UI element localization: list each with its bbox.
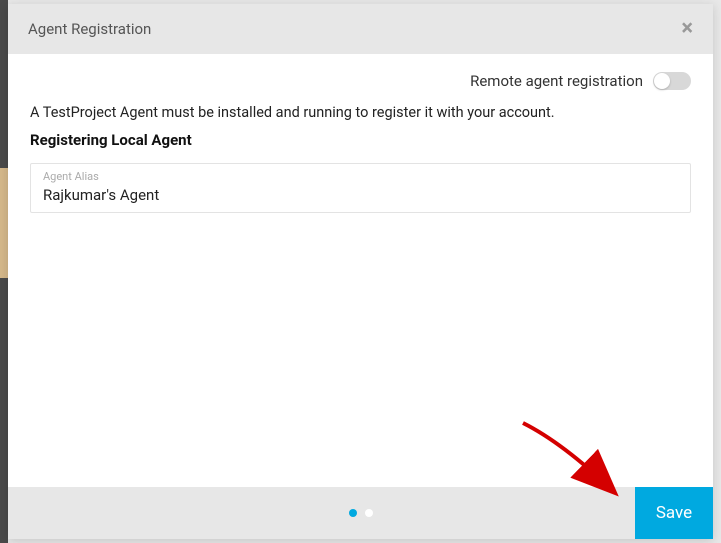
remote-toggle-label: Remote agent registration bbox=[470, 72, 643, 90]
save-button[interactable]: Save bbox=[635, 487, 713, 539]
agent-alias-input[interactable] bbox=[43, 186, 678, 204]
section-title: Registering Local Agent bbox=[30, 131, 691, 149]
modal-footer: Save bbox=[8, 487, 713, 539]
info-text: A TestProject Agent must be installed an… bbox=[30, 104, 691, 121]
close-icon[interactable]: × bbox=[681, 18, 693, 40]
remote-toggle-row: Remote agent registration bbox=[30, 72, 691, 90]
pagination-dot-1[interactable] bbox=[349, 509, 357, 517]
pagination-dots bbox=[349, 509, 373, 517]
toggle-knob bbox=[654, 73, 670, 89]
modal-header: Agent Registration × bbox=[8, 4, 713, 54]
agent-alias-input-wrap[interactable]: Agent Alias bbox=[30, 163, 691, 213]
modal-title: Agent Registration bbox=[28, 20, 151, 38]
remote-toggle[interactable] bbox=[653, 72, 691, 90]
agent-registration-modal: Agent Registration × Remote agent regist… bbox=[8, 4, 713, 539]
agent-alias-label: Agent Alias bbox=[43, 170, 678, 183]
modal-body: Remote agent registration A TestProject … bbox=[8, 54, 713, 487]
pagination-dot-2[interactable] bbox=[365, 509, 373, 517]
